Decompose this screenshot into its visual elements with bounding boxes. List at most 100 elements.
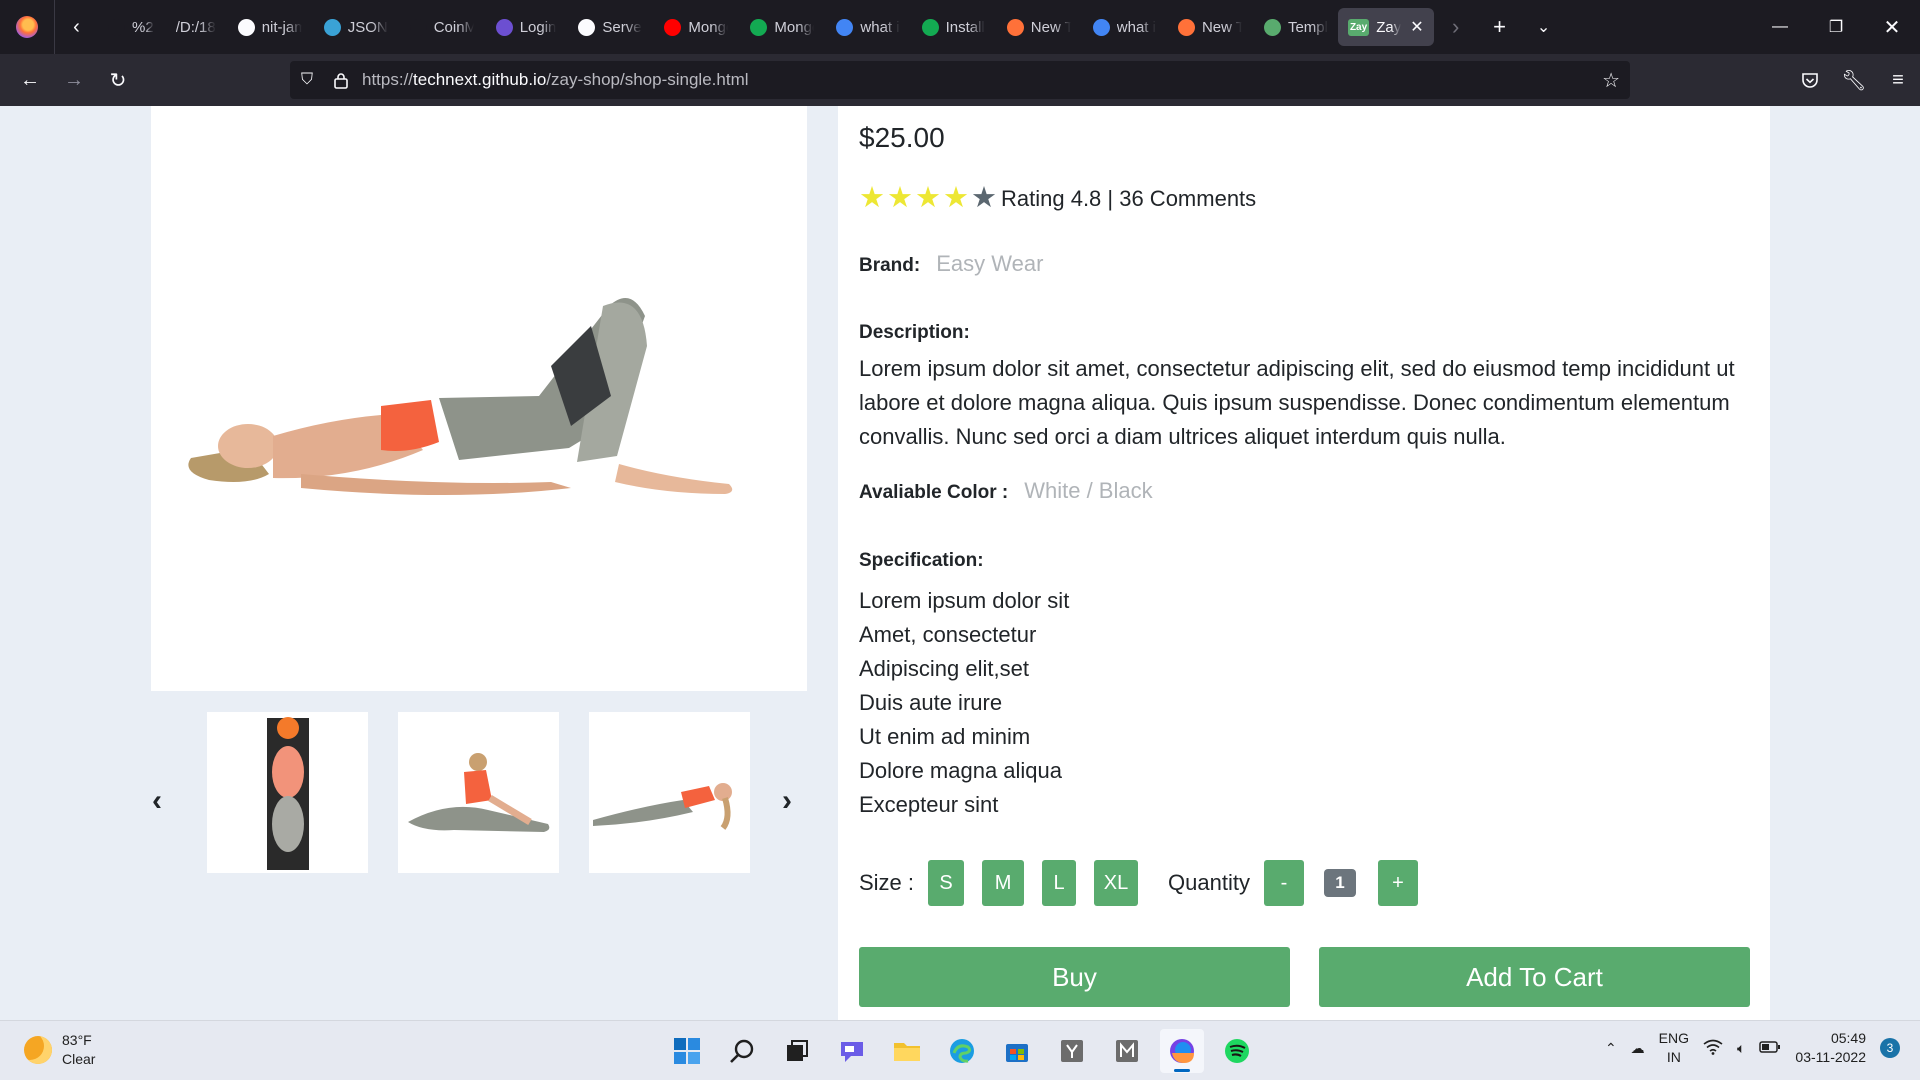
thumbnail-1-image <box>267 717 309 870</box>
browser-tab[interactable]: Install <box>912 8 995 46</box>
pocket-icon[interactable] <box>1788 54 1832 106</box>
edge-icon[interactable] <box>940 1029 984 1073</box>
product-main-image <box>151 106 807 691</box>
search-icon[interactable] <box>720 1029 764 1073</box>
clock[interactable]: 05:49 03-11-2022 <box>1795 1029 1866 1067</box>
brand-label: Brand: <box>859 255 921 276</box>
tracking-protection-icon[interactable]: ⛉ <box>290 71 324 89</box>
spec-item: Dolore magna aliqua <box>859 758 1063 783</box>
minimize-icon[interactable]: — <box>1752 0 1808 54</box>
size-button-l[interactable]: L <box>1042 860 1077 906</box>
battery-icon[interactable] <box>1759 1040 1781 1057</box>
add-to-cart-button[interactable]: Add To Cart <box>1319 947 1750 1007</box>
browser-tab[interactable]: Server <box>568 8 652 46</box>
thumbnails-next-icon[interactable]: › <box>771 771 803 831</box>
file-explorer-icon[interactable] <box>885 1029 929 1073</box>
onedrive-icon[interactable]: ☁︎ <box>1631 1040 1645 1057</box>
browser-tab[interactable]: /D:/18.%2 <box>166 8 226 46</box>
address-bar[interactable]: ⛉ https://technext.github.io/zay-shop/sh… <box>290 61 1630 99</box>
size-button-xl[interactable]: XL <box>1094 860 1139 906</box>
wifi-icon[interactable] <box>1703 1039 1723 1058</box>
thumbnail-2[interactable] <box>398 712 559 873</box>
tab-label: %2 <box>132 18 154 36</box>
new-tab-icon[interactable]: + <box>1478 0 1522 54</box>
thumbnail-3[interactable] <box>589 712 750 873</box>
browser-tab[interactable]: what i <box>826 8 909 46</box>
tab-label: Mongo <box>774 18 814 36</box>
thumbnail-1[interactable] <box>207 712 368 873</box>
quantity-increase-button[interactable]: + <box>1377 860 1418 906</box>
size-button-s[interactable]: S <box>928 860 965 906</box>
browser-tab[interactable]: what i <box>1083 8 1166 46</box>
close-tab-icon[interactable]: ✕ <box>1410 17 1423 37</box>
product-price: $25.00 <box>859 122 945 153</box>
m-app-icon[interactable] <box>1105 1029 1149 1073</box>
scroll-tabs-right-icon[interactable]: › <box>1434 0 1478 54</box>
browser-tab[interactable]: CoinM <box>400 8 484 46</box>
page-content: ‹ › $25.00 ★ ★ ★ ★ ★ Rating 4.8 | 36 Comm <box>0 106 1920 1020</box>
start-icon[interactable] <box>665 1029 709 1073</box>
notification-badge[interactable]: 3 <box>1880 1038 1900 1058</box>
lock-icon[interactable] <box>324 72 358 89</box>
tab-label: Server <box>602 18 643 36</box>
firefox-taskbar-icon[interactable] <box>1160 1029 1204 1073</box>
forward-icon[interactable]: → <box>52 54 96 106</box>
show-hidden-icons-icon[interactable]: ⌃ <box>1605 1040 1617 1057</box>
list-all-tabs-icon[interactable]: ⌄ <box>1522 0 1566 54</box>
tab-overflow-left <box>108 18 125 36</box>
thumbnails-prev-icon[interactable]: ‹ <box>141 771 173 831</box>
browser-tab[interactable]: nit-jam <box>228 8 312 46</box>
quantity-decrease-button[interactable]: - <box>1263 860 1304 906</box>
url-host: technext.github.io <box>413 70 547 89</box>
store-icon[interactable] <box>995 1029 1039 1073</box>
reload-icon[interactable]: ↻ <box>96 54 140 106</box>
browser-tab[interactable]: New T <box>997 8 1081 46</box>
url-scheme: https:// <box>362 70 414 89</box>
google-icon <box>836 18 854 36</box>
star-filled-icon: ★ <box>859 182 885 214</box>
tab-label: Login <box>519 18 557 36</box>
scroll-tabs-left-icon[interactable]: ‹ <box>54 0 98 54</box>
star-filled-icon: ★ <box>915 182 941 214</box>
browser-tab[interactable]: Mongo <box>740 8 824 46</box>
restore-icon[interactable]: ❐ <box>1808 0 1864 54</box>
tab-strip: ‹ %2/D:/18.%2 nit-jam JSONV CoinM Login Serve… <box>0 0 1920 54</box>
tab-active-zay[interactable]: Zay Zay ✕ <box>1337 8 1434 46</box>
browser-tab[interactable]: Mongo <box>654 8 738 46</box>
wrench-icon[interactable]: 🔧︎ <box>1832 54 1876 106</box>
weather-widget[interactable]: 83°F Clear <box>24 1031 95 1069</box>
size-button-m[interactable]: M <box>982 860 1025 906</box>
chat-icon[interactable] <box>830 1029 874 1073</box>
close-window-icon[interactable]: ✕ <box>1864 0 1920 54</box>
url-text[interactable]: https://technext.github.io/zay-shop/shop… <box>362 70 749 90</box>
hamburger-menu-icon[interactable]: ≡ <box>1876 54 1920 106</box>
tab-label: New T <box>1201 18 1242 36</box>
browser-tab[interactable]: New T <box>1168 8 1252 46</box>
y-app-icon[interactable] <box>1050 1029 1094 1073</box>
bookmark-star-icon[interactable]: ☆ <box>1602 68 1620 93</box>
color-row: Avaliable Color : White / Black <box>859 478 1153 504</box>
info-icon <box>578 18 596 36</box>
tab-list: %2/D:/18.%2 nit-jam JSONV CoinM Login Server M… <box>98 8 1338 46</box>
task-view-icon[interactable] <box>775 1029 819 1073</box>
browser-tab[interactable]: JSONV <box>314 8 398 46</box>
spec-item: Amet, consectetur <box>859 622 1037 647</box>
browser-tab[interactable]: %2 <box>98 8 164 46</box>
spec-item: Adipiscing elit,set <box>859 656 1029 681</box>
back-icon[interactable]: ← <box>8 54 52 106</box>
tab-label: nit-jam <box>261 18 302 36</box>
specification-list: Lorem ipsum dolor sit Amet, consectetur Ad… <box>859 584 1069 822</box>
size-label: Size : <box>859 870 915 895</box>
product-details: $25.00 ★ ★ ★ ★ ★ Rating 4.8 | 36 Comments Br… <box>838 106 1770 1020</box>
url-path: /zay-shop/shop-single.html <box>546 70 749 89</box>
description-text: Lorem ipsum dolor sit amet, consectetur … <box>859 356 1735 449</box>
spotify-icon[interactable] <box>1215 1029 1259 1073</box>
volume-icon[interactable]: 🔈︎ <box>1737 1040 1745 1057</box>
browser-tab[interactable]: Templ <box>1254 8 1338 46</box>
firefox-menu-icon[interactable] <box>0 0 54 54</box>
language-indicator[interactable]: ENG IN <box>1659 1029 1689 1067</box>
buy-button[interactable]: Buy <box>859 947 1290 1007</box>
tab-label: JSONV <box>347 18 388 36</box>
browser-tab[interactable]: Login <box>486 8 567 46</box>
tab-label: CoinM <box>433 18 474 36</box>
